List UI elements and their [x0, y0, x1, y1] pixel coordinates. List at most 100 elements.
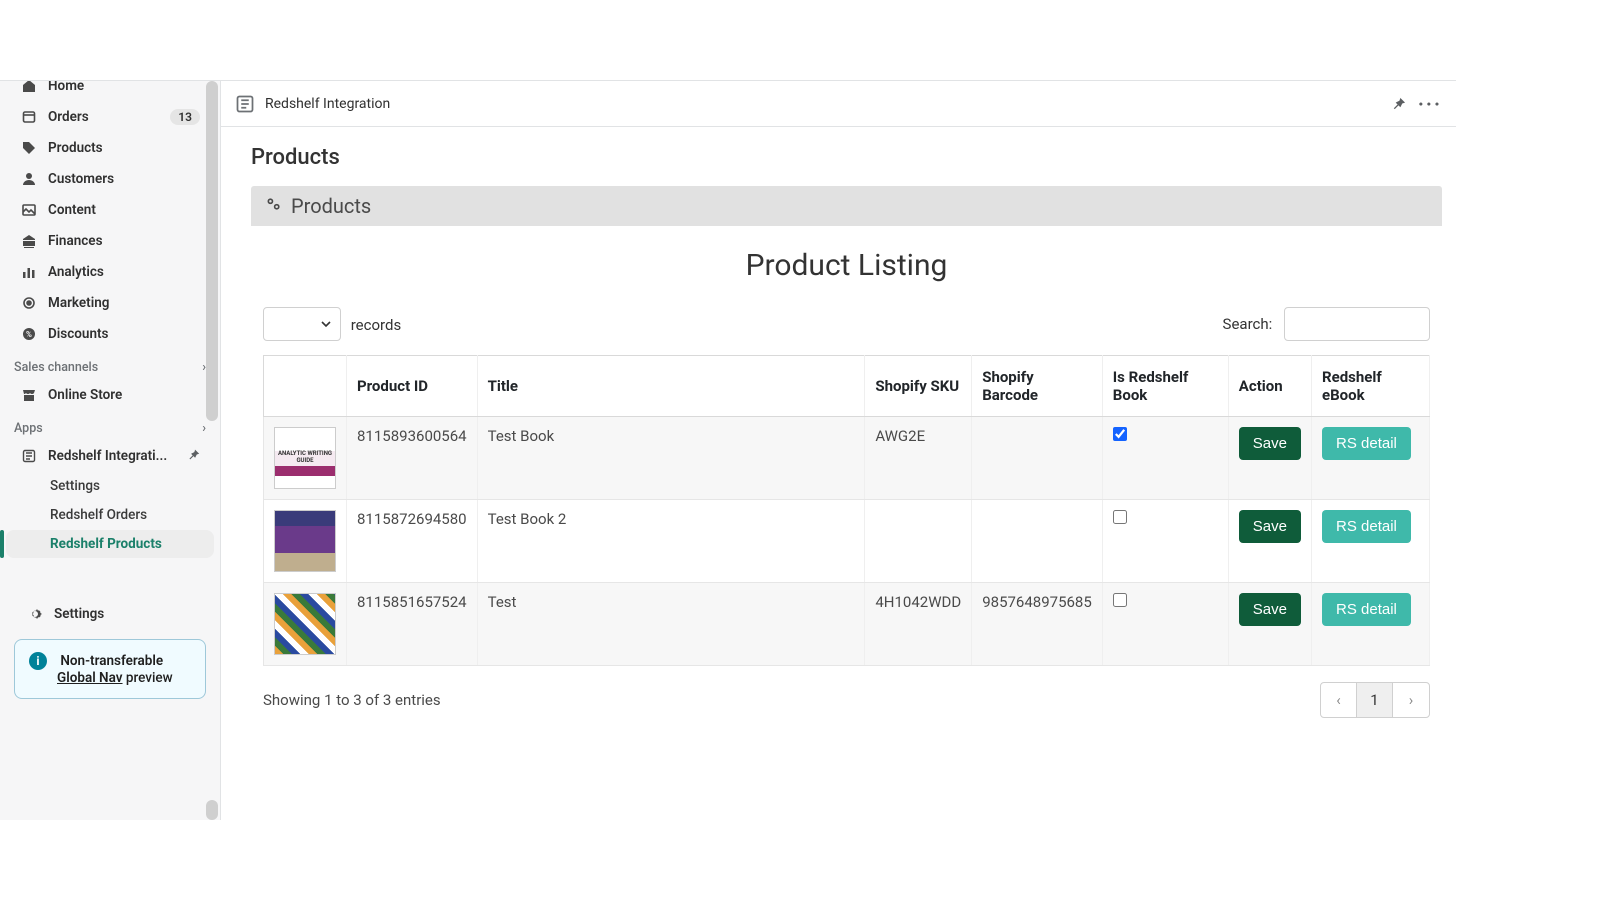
info-icon: i: [29, 652, 47, 670]
col-barcode[interactable]: Shopify Barcode: [972, 356, 1103, 417]
sidebar-item-label: Content: [48, 202, 200, 218]
col-sku[interactable]: Shopify SKU: [865, 356, 972, 417]
is-redshelf-checkbox[interactable]: [1113, 427, 1127, 441]
col-product-id[interactable]: Product ID: [347, 356, 478, 417]
more-icon[interactable]: ···: [1418, 92, 1442, 116]
sidebar-scrollbar[interactable]: [204, 81, 220, 820]
sidebar-item-app-settings[interactable]: Settings: [6, 472, 214, 500]
listing-title: Product Listing: [263, 248, 1430, 283]
info-suffix: preview: [123, 670, 173, 686]
rs-detail-button[interactable]: RS detail: [1322, 427, 1411, 460]
sidebar-item-label: Redshelf Orders: [50, 507, 200, 523]
pin-icon[interactable]: [1391, 96, 1406, 111]
product-thumbnail: [274, 593, 336, 655]
records-select[interactable]: [263, 307, 341, 341]
save-button[interactable]: Save: [1239, 427, 1301, 460]
table-row: ANALYTIC WRITING GUIDE 8115893600564 Tes…: [264, 417, 1430, 500]
cell-barcode: 9857648975685: [972, 583, 1103, 666]
cell-sku: [865, 500, 972, 583]
svg-text:%: %: [26, 330, 32, 339]
sidebar-item-products[interactable]: Products: [6, 133, 214, 163]
info-title: Non-transferable: [60, 653, 163, 669]
sidebar-item-label: Redshelf Products: [50, 536, 200, 552]
app-icon: [20, 447, 38, 465]
sidebar-item-redshelf-products[interactable]: Redshelf Products: [6, 530, 214, 558]
sidebar-item-discounts[interactable]: % Discounts: [6, 319, 214, 349]
sidebar-item-label: Settings: [50, 478, 200, 494]
pager-prev[interactable]: ‹: [1321, 682, 1357, 718]
is-redshelf-checkbox[interactable]: [1113, 593, 1127, 607]
gears-icon: [265, 195, 283, 218]
sidebar-item-customers[interactable]: Customers: [6, 164, 214, 194]
records-label: records: [351, 316, 401, 334]
sales-channels-header[interactable]: Sales channels ›: [0, 350, 220, 379]
app-page-icon: [235, 94, 255, 114]
gear-icon: [26, 605, 44, 623]
col-ebook: Redshelf eBook: [1312, 356, 1430, 417]
table-row: 8115872694580 Test Book 2 Save RS detail: [264, 500, 1430, 583]
page-title: Products: [251, 141, 1442, 186]
sidebar-item-content[interactable]: Content: [6, 195, 214, 225]
pager: ‹ 1 ›: [1320, 682, 1430, 718]
info-link[interactable]: Global Nav: [57, 670, 123, 686]
col-title[interactable]: Title: [477, 356, 865, 417]
sidebar-item-redshelf-app[interactable]: Redshelf Integrati...: [6, 441, 214, 471]
rs-detail-button[interactable]: RS detail: [1322, 593, 1411, 626]
cell-title: Test Book: [477, 417, 865, 500]
sidebar-item-redshelf-orders[interactable]: Redshelf Orders: [6, 501, 214, 529]
apps-header[interactable]: Apps ›: [0, 411, 220, 440]
sidebar-item-home[interactable]: Home: [6, 81, 214, 101]
table-header-row: Product ID Title Shopify SKU Shopify Bar…: [264, 356, 1430, 417]
sidebar-item-label: Home: [48, 81, 200, 94]
panel-header-title: Products: [291, 194, 371, 218]
customers-icon: [20, 170, 38, 188]
records-control: records: [263, 307, 401, 341]
is-redshelf-checkbox[interactable]: [1113, 510, 1127, 524]
main-content: Redshelf Integration ··· Products Produc…: [220, 81, 1456, 820]
sidebar-item-finances[interactable]: Finances: [6, 226, 214, 256]
orders-icon: [20, 108, 38, 126]
content-icon: [20, 201, 38, 219]
orders-badge: 13: [170, 109, 200, 125]
sidebar-item-label: Customers: [48, 171, 200, 187]
chevron-down-icon: [320, 318, 332, 330]
cell-barcode: [972, 417, 1103, 500]
home-icon: [20, 81, 38, 95]
sidebar-item-settings[interactable]: Settings: [12, 599, 208, 629]
cell-sku: 4H1042WDD: [865, 583, 972, 666]
cell-product-id: 8115872694580: [347, 500, 478, 583]
col-is-redshelf[interactable]: Is Redshelf Book: [1102, 356, 1228, 417]
sidebar: Home Orders 13 Products Customers Conten…: [0, 81, 220, 820]
rs-detail-button[interactable]: RS detail: [1322, 510, 1411, 543]
breadcrumb-bar: Redshelf Integration ···: [221, 81, 1456, 127]
sidebar-item-orders[interactable]: Orders 13: [6, 102, 214, 132]
info-callout: i Non-transferable Global Nav preview: [14, 639, 206, 699]
pager-next[interactable]: ›: [1393, 682, 1429, 718]
cell-title: Test Book 2: [477, 500, 865, 583]
marketing-icon: [20, 294, 38, 312]
sidebar-item-label: Products: [48, 140, 200, 156]
sidebar-item-label: Settings: [54, 606, 194, 622]
sidebar-item-online-store[interactable]: Online Store: [6, 380, 214, 410]
analytics-icon: [20, 263, 38, 281]
pin-icon[interactable]: [187, 448, 200, 465]
product-table: Product ID Title Shopify SKU Shopify Bar…: [263, 355, 1430, 666]
cell-product-id: 8115851657524: [347, 583, 478, 666]
save-button[interactable]: Save: [1239, 510, 1301, 543]
breadcrumb-title: Redshelf Integration: [265, 96, 390, 112]
search-input[interactable]: [1284, 307, 1430, 341]
panel-header: Products: [251, 186, 1442, 226]
product-thumbnail: [274, 510, 336, 572]
sidebar-item-analytics[interactable]: Analytics: [6, 257, 214, 287]
pager-page[interactable]: 1: [1357, 682, 1393, 718]
discounts-icon: %: [20, 325, 38, 343]
save-button[interactable]: Save: [1239, 593, 1301, 626]
cell-title: Test: [477, 583, 865, 666]
sidebar-item-label: Marketing: [48, 295, 200, 311]
search-label: Search:: [1223, 315, 1273, 333]
sidebar-item-marketing[interactable]: Marketing: [6, 288, 214, 318]
cell-barcode: [972, 500, 1103, 583]
products-icon: [20, 139, 38, 157]
col-action: Action: [1228, 356, 1311, 417]
cell-sku: AWG2E: [865, 417, 972, 500]
